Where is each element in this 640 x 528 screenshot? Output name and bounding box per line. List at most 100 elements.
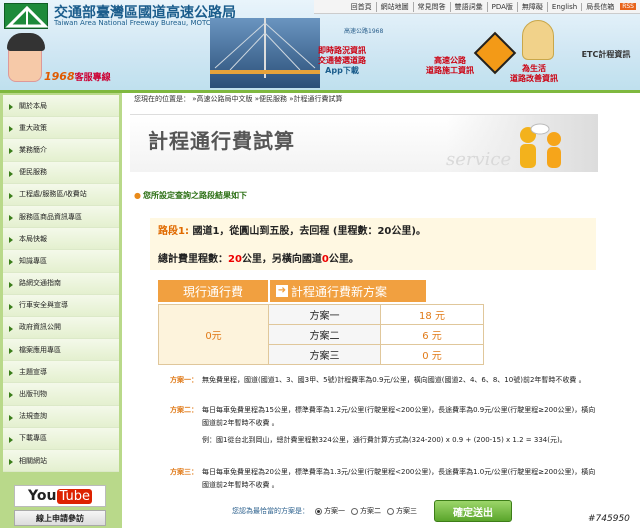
org-subtitle: Taiwan Area National Freeway Bureau, MOT… (54, 19, 211, 27)
sidebar-item-links[interactable]: 相關網站 (3, 450, 119, 473)
sidebar-item-about[interactable]: 關於本局 (3, 95, 119, 118)
sidebar: 關於本局 重大政策 業務簡介 便民服務 工程處/服務區/收費站 服務區商品資訊專… (0, 93, 122, 528)
promo-life-line2: 道路改善資訊 (510, 74, 558, 83)
page-title: 計程通行費試算 (148, 129, 295, 153)
rss-icon[interactable]: RSS (620, 3, 636, 10)
nav-pda[interactable]: PDA版 (488, 1, 518, 12)
plan-choice: 您認為最恰當的方案是： 方案一 方案二 方案三 (232, 506, 417, 516)
nav-english[interactable]: English (548, 2, 583, 11)
nav-faq[interactable]: 常見問答 (414, 1, 451, 12)
note-label: 方案三： (170, 468, 198, 476)
bureau-logo[interactable] (4, 3, 49, 29)
radio-plan1[interactable] (315, 507, 322, 515)
youtube-button[interactable]: You Tube (14, 485, 106, 507)
nav-home[interactable]: 回首頁 (347, 1, 377, 12)
watermark-id: #745950 (588, 514, 630, 524)
road-worker-mascot-icon (522, 20, 554, 60)
promo-etc[interactable]: ETC計程資訊 (576, 50, 636, 60)
nav-glossary[interactable]: 雙語詞彙 (451, 1, 488, 12)
radio-plan2[interactable] (351, 507, 358, 515)
plan-value: 6 元 (380, 324, 484, 345)
promo-road-line1: 高速公路 (434, 56, 466, 65)
sidebar-item-knowledge[interactable]: 知識專區 (3, 250, 119, 273)
sidebar-item-downloads[interactable]: 下載專區 (3, 427, 119, 450)
radio-plan3-label[interactable]: 方案三 (396, 506, 417, 516)
sidebar-item-service-area-goods[interactable]: 服務區商品資訊專區 (3, 205, 119, 229)
breadcrumb-prefix: 您現在的位置是： (134, 95, 190, 103)
plan-value: 18 元 (380, 304, 484, 325)
confirm-submit-button[interactable]: 確定送出 (434, 500, 512, 522)
radio-plan1-label[interactable]: 方案一 (324, 506, 345, 516)
breadcrumb-path[interactable]: »高速公路局中文版 »便民服務 »計程通行費試算 (192, 95, 342, 103)
note-text: 例：國1從台北到岡山，總計費里程數324公里，通行費計算方式為(324-200)… (202, 436, 567, 444)
app-tag: 高速公路1968 (344, 28, 384, 35)
distance-mid: 公里，另橫向國道 (241, 254, 322, 265)
hotline-number: 1968 (44, 70, 75, 83)
service-people-icon (520, 123, 561, 168)
youtube-tube: Tube (57, 488, 92, 504)
note-label: 方案一： (170, 376, 198, 384)
top-navigation: 回首頁 網站地圖 常見問答 雙語詞彙 PDA版 無障礙 English 局長信箱… (314, 0, 640, 14)
sidebar-item-safety[interactable]: 行車安全與宣導 (3, 294, 119, 317)
promo-app-download[interactable]: 即時路況資訊 交通替選道路 App下載 (312, 46, 372, 76)
distance-suffix: 公里。 (328, 254, 359, 265)
page-banner: 計程通行費試算 service (130, 114, 598, 172)
note-label: 方案二： (170, 406, 198, 414)
youtube-you: You (28, 488, 57, 504)
bridge-icon (210, 18, 320, 78)
plan-choice-label: 您認為最恰當的方案是： (232, 507, 309, 515)
sidebar-item-traffic-guide[interactable]: 路網交通指南 (3, 272, 119, 295)
sidebar-item-policy[interactable]: 重大政策 (3, 117, 119, 140)
route-line: 路段1: 國道1，從圓山到五股，去回程 (里程數：20公里)。 (158, 222, 426, 237)
promo-road-work[interactable]: 高速公路 道路施工資訊 (424, 56, 476, 76)
cross-distance-value: 0 (321, 254, 329, 265)
promo-life-line1: 為生活 (522, 64, 546, 73)
bridge-photo (210, 18, 320, 88)
freeway-logo-icon (5, 5, 49, 28)
sidebar-item-topics[interactable]: 主題宣導 (3, 361, 119, 384)
sidebar-item-publications[interactable]: 出版刊物 (3, 383, 119, 406)
current-fee-value: 0元 (158, 304, 269, 365)
tab-new-fee-label: 計程通行費新方案 (291, 284, 388, 299)
radio-plan2-label[interactable]: 方案二 (360, 506, 381, 516)
note-text: 每日每車免費里程為15公里，標準費率為1.2元/公里(行駛里程<200公里)，長… (202, 406, 596, 427)
table-row: 0元 方案一 18 元 (158, 304, 484, 365)
distance-line: 總計費里程數：20公里，另橫向國道0公里。 (158, 250, 359, 265)
plan-name: 方案一 (268, 304, 381, 325)
arrow-right-icon: ➜ (276, 285, 288, 297)
sidebar-item-gov-info[interactable]: 政府資訊公開 (3, 316, 119, 340)
tab-new-fee: ➜ 計程通行費新方案 (270, 280, 426, 302)
online-visit-apply-button[interactable]: 線上申請參訪 (14, 510, 106, 526)
nav-director-mail[interactable]: 局長信箱 (582, 2, 618, 12)
plan-value: 0 元 (380, 344, 484, 365)
breadcrumb: 您現在的位置是： »高速公路局中文版 »便民服務 »計程通行費試算 (134, 94, 343, 104)
sidebar-item-regulations[interactable]: 法規查詢 (3, 405, 119, 428)
sidebar-item-news[interactable]: 本局快報 (3, 228, 119, 251)
sidebar-item-stations[interactable]: 工程處/服務區/收費站 (3, 183, 119, 206)
distance-value: 20 (228, 254, 242, 265)
plan-name: 方案二 (268, 324, 381, 345)
site-header: 交通部臺灣區國道高速公路局 Taiwan Area National Freew… (0, 0, 640, 90)
promo-life[interactable]: 為生活 道路改善資訊 (506, 64, 562, 84)
promo-app-label: App下載 (325, 66, 359, 75)
plan-name: 方案三 (268, 344, 381, 365)
sidebar-item-services[interactable]: 便民服務 (3, 161, 119, 184)
route-text: 國道1，從圓山到五股，去回程 (里程數：20公里)。 (192, 226, 426, 237)
nav-accessibility[interactable]: 無障礙 (518, 1, 548, 12)
sidebar-item-business[interactable]: 業務簡介 (3, 139, 119, 162)
tab-current-fee: 現行通行費 (158, 280, 268, 302)
promo-road-line2: 道路施工資訊 (426, 66, 474, 75)
service-word: service (446, 149, 512, 170)
promo-app-line1: 即時路況資訊 (318, 46, 366, 55)
fee-table: 0元 方案一 18 元 方案二 6 元 方案三 0 元 (158, 304, 484, 365)
promo-app-line2: 交通替選道路 (318, 56, 366, 65)
sidebar-item-archives[interactable]: 檔案應用專區 (3, 339, 119, 362)
note-text: 每日每車免費里程為20公里，標準費率為1.3元/公里(行駛里程<200公里)，長… (202, 468, 596, 489)
radio-plan3[interactable] (387, 507, 394, 515)
note-text: 無免費里程，國道(國道1、3、國3甲、5號)計程費率為0.9元/公里，橫向國道(… (202, 376, 586, 384)
result-heading: 您所設定查詢之路段結果如下 (134, 190, 247, 201)
hotline-label: 客服專線 (74, 73, 111, 83)
nav-sitemap[interactable]: 網站地圖 (377, 1, 414, 12)
route-result-box: 路段1: 國道1，從圓山到五股，去回程 (里程數：20公里)。 總計費里程數：2… (150, 218, 596, 270)
hotline[interactable]: 1968客服專線 (44, 70, 111, 83)
